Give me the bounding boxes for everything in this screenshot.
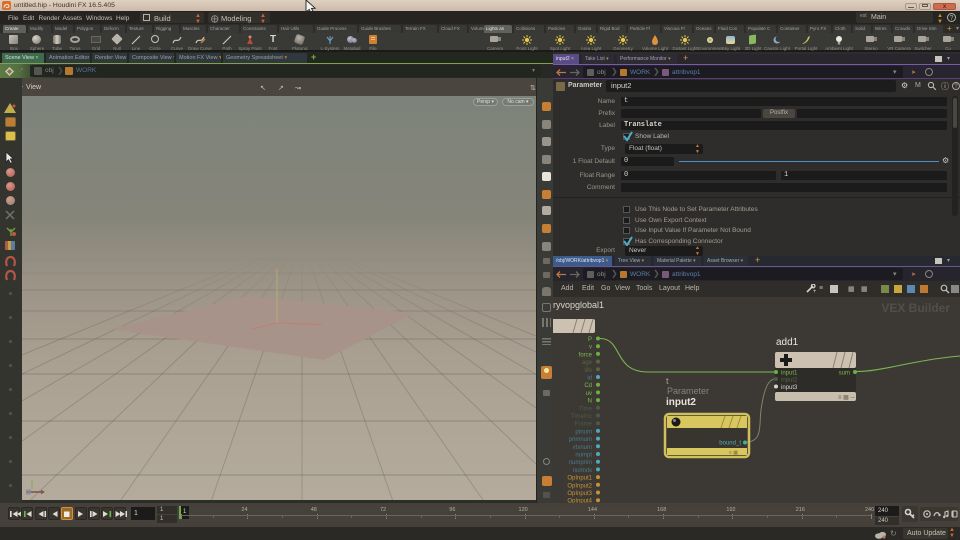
svg-text:OpInput1: OpInput1	[567, 476, 592, 482]
svg-text:N: N	[588, 399, 592, 405]
svg-text:numprim: numprim	[569, 460, 592, 466]
svg-text:input2: input2	[781, 378, 798, 384]
svg-text:sum: sum	[839, 371, 850, 377]
svg-text:ptnum: ptnum	[575, 429, 592, 435]
svg-text:add1: add1	[776, 337, 799, 348]
svg-text:input1: input1	[781, 371, 798, 377]
svg-text:Time: Time	[579, 406, 593, 412]
svg-text:ryvopglobal1: ryvopglobal1	[553, 300, 604, 310]
svg-text:OpInput2: OpInput2	[567, 483, 592, 489]
svg-text:primnum: primnum	[569, 437, 592, 443]
svg-text:≡ ▦ ─: ≡ ▦ ─	[838, 395, 856, 401]
svg-text:Parameter: Parameter	[667, 386, 709, 396]
svg-text:t: t	[666, 376, 669, 386]
svg-text:+: +	[813, 289, 816, 294]
svg-text:input3: input3	[781, 385, 798, 391]
svg-text:bound_t: bound_t	[719, 441, 741, 447]
svg-text:vtxnum: vtxnum	[573, 445, 592, 451]
svg-text:id: id	[587, 376, 592, 382]
svg-text:input2: input2	[666, 397, 696, 408]
svg-text:OpInput3: OpInput3	[567, 491, 592, 497]
svg-text:Frame: Frame	[575, 422, 593, 428]
svg-text:age: age	[582, 360, 593, 366]
svg-text:P: P	[588, 337, 592, 343]
svg-text:life: life	[584, 368, 592, 374]
svg-text:≡ ▦: ≡ ▦	[729, 450, 738, 456]
svg-text:v: v	[589, 345, 592, 351]
svg-text:uv: uv	[586, 391, 592, 397]
svg-text:numvtx: numvtx	[573, 468, 592, 474]
svg-text:force: force	[579, 352, 593, 358]
svg-text:numpt: numpt	[575, 453, 592, 459]
svg-text:TimeInc: TimeInc	[571, 414, 592, 420]
svg-text:Cd: Cd	[584, 383, 592, 389]
